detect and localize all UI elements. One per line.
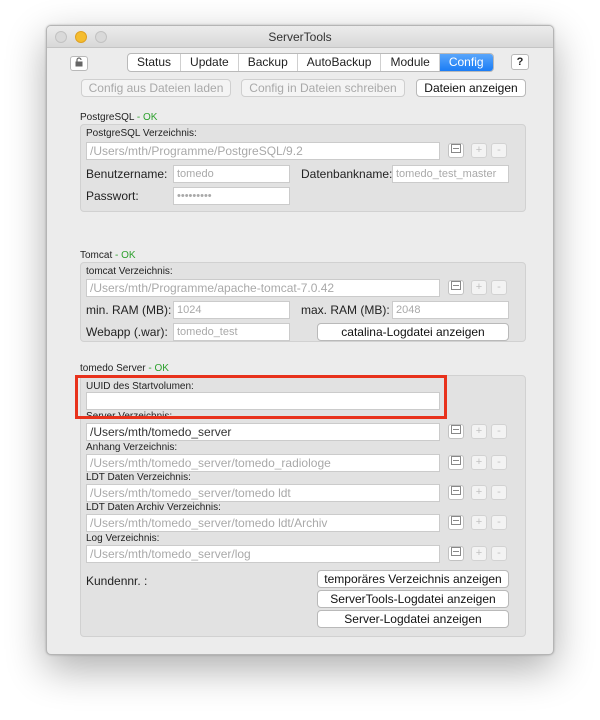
anhang-dir-field[interactable]: /Users/mth/tomedo_server/tomedo_radiolog… bbox=[86, 454, 440, 472]
catalina-log-button[interactable]: catalina-Logdatei anzeigen bbox=[317, 323, 509, 341]
tomcat-dir-field[interactable]: /Users/mth/Programme/apache-tomcat-7.0.4… bbox=[86, 279, 440, 297]
server-dir-minus-button[interactable]: - bbox=[491, 424, 507, 439]
folder-icon bbox=[451, 547, 461, 560]
log-dir-plus-button[interactable]: + bbox=[471, 546, 487, 561]
uuid-highlight-box bbox=[75, 375, 447, 419]
server-dir-field[interactable]: /Users/mth/tomedo_server bbox=[86, 423, 440, 441]
postgres-section-title: PostgreSQL - OK bbox=[80, 112, 157, 123]
anhang-dir-minus-button[interactable]: - bbox=[491, 455, 507, 470]
postgres-password-label: Passwort: bbox=[86, 189, 139, 203]
ldt-dir-minus-button[interactable]: - bbox=[491, 485, 507, 500]
ldt-archiv-dir-browse-button[interactable] bbox=[448, 515, 464, 530]
tomcat-minram-label: min. RAM (MB): bbox=[86, 303, 172, 317]
tomcat-webapp-field[interactable]: tomedo_test bbox=[173, 323, 290, 341]
tomcat-dir-minus-button[interactable]: - bbox=[491, 280, 507, 295]
tab-update[interactable]: Update bbox=[181, 54, 239, 71]
tab-bar: Status Update Backup AutoBackup Module C… bbox=[127, 53, 494, 72]
servertools-window: ServerTools Status Update Backup AutoBac… bbox=[46, 25, 554, 655]
tomcat-dir-plus-button[interactable]: + bbox=[471, 280, 487, 295]
server-status: - OK bbox=[148, 363, 169, 374]
tab-config[interactable]: Config bbox=[439, 54, 493, 71]
anhang-dir-label: Anhang Verzeichnis: bbox=[86, 442, 178, 453]
tomcat-section-title: Tomcat - OK bbox=[80, 250, 136, 261]
tab-status[interactable]: Status bbox=[128, 54, 182, 71]
tomcat-dir-browse-button[interactable] bbox=[448, 280, 464, 295]
postgres-dir-minus-button[interactable]: - bbox=[491, 143, 507, 158]
log-dir-minus-button[interactable]: - bbox=[491, 546, 507, 561]
kundennr-label: Kundennr. : bbox=[86, 574, 148, 588]
ldt-archiv-dir-label: LDT Daten Archiv Verzeichnis: bbox=[86, 502, 221, 513]
ldt-dir-label: LDT Daten Verzeichnis: bbox=[86, 472, 191, 483]
ldt-dir-browse-button[interactable] bbox=[448, 485, 464, 500]
ldt-dir-plus-button[interactable]: + bbox=[471, 485, 487, 500]
servertools-log-button[interactable]: ServerTools-Logdatei anzeigen bbox=[317, 590, 509, 608]
lock-button[interactable] bbox=[70, 56, 88, 71]
lock-icon bbox=[74, 57, 84, 70]
help-button[interactable]: ? bbox=[511, 54, 529, 70]
anhang-dir-browse-button[interactable] bbox=[448, 455, 464, 470]
load-config-button[interactable]: Config aus Dateien laden bbox=[81, 79, 231, 97]
postgres-user-field[interactable]: tomedo bbox=[173, 165, 290, 183]
log-dir-browse-button[interactable] bbox=[448, 546, 464, 561]
show-files-button[interactable]: Dateien anzeigen bbox=[416, 79, 526, 97]
folder-icon bbox=[451, 425, 461, 438]
postgres-db-label: Datenbankname: bbox=[301, 167, 393, 181]
server-title: tomedo Server bbox=[80, 363, 146, 374]
server-section-title: tomedo Server - OK bbox=[80, 363, 169, 374]
anhang-dir-plus-button[interactable]: + bbox=[471, 455, 487, 470]
ldt-archiv-dir-field[interactable]: /Users/mth/tomedo_server/tomedo ldt/Arch… bbox=[86, 514, 440, 532]
server-dir-browse-button[interactable] bbox=[448, 424, 464, 439]
postgres-status: - OK bbox=[136, 112, 158, 123]
tab-backup[interactable]: Backup bbox=[239, 54, 298, 71]
title-bar: ServerTools bbox=[47, 26, 553, 48]
postgres-dir-browse-button[interactable] bbox=[448, 143, 464, 158]
write-config-button[interactable]: Config in Dateien schreiben bbox=[241, 79, 405, 97]
postgres-dir-plus-button[interactable]: + bbox=[471, 143, 487, 158]
postgres-user-label: Benutzername: bbox=[86, 167, 168, 181]
tab-module[interactable]: Module bbox=[381, 54, 440, 71]
tomcat-maxram-label: max. RAM (MB): bbox=[301, 303, 390, 317]
postgres-box: PostgreSQL Verzeichnis: /Users/mth/Progr… bbox=[80, 124, 526, 212]
tomcat-dir-label: tomcat Verzeichnis: bbox=[86, 266, 173, 277]
tomcat-minram-field[interactable]: 1024 bbox=[173, 301, 290, 319]
folder-icon bbox=[451, 486, 461, 499]
postgres-db-field[interactable]: tomedo_test_master bbox=[392, 165, 509, 183]
folder-icon bbox=[451, 144, 461, 157]
postgres-dir-label: PostgreSQL Verzeichnis: bbox=[86, 128, 197, 139]
tomcat-box: tomcat Verzeichnis: /Users/mth/Programme… bbox=[80, 262, 526, 342]
ldt-dir-field[interactable]: /Users/mth/tomedo_server/tomedo ldt bbox=[86, 484, 440, 502]
log-dir-label: Log Verzeichnis: bbox=[86, 533, 160, 544]
postgres-dir-field[interactable]: /Users/mth/Programme/PostgreSQL/9.2 bbox=[86, 142, 440, 160]
tomcat-status: - OK bbox=[115, 250, 136, 261]
log-dir-field[interactable]: /Users/mth/tomedo_server/log bbox=[86, 545, 440, 563]
tomcat-title: Tomcat bbox=[80, 250, 113, 261]
postgres-title: PostgreSQL bbox=[80, 112, 135, 123]
folder-icon bbox=[451, 516, 461, 529]
tomcat-webapp-label: Webapp (.war): bbox=[86, 325, 168, 339]
ldt-archiv-dir-plus-button[interactable]: + bbox=[471, 515, 487, 530]
folder-icon bbox=[451, 281, 461, 294]
tab-autobackup[interactable]: AutoBackup bbox=[298, 54, 382, 71]
window-title: ServerTools bbox=[268, 30, 332, 44]
server-log-button[interactable]: Server-Logdatei anzeigen bbox=[317, 610, 509, 628]
tomcat-maxram-field[interactable]: 2048 bbox=[392, 301, 509, 319]
postgres-password-field[interactable]: ••••••••• bbox=[173, 187, 290, 205]
ldt-archiv-dir-minus-button[interactable]: - bbox=[491, 515, 507, 530]
temp-dir-button[interactable]: temporäres Verzeichnis anzeigen bbox=[317, 570, 509, 588]
folder-icon bbox=[451, 456, 461, 469]
server-dir-plus-button[interactable]: + bbox=[471, 424, 487, 439]
